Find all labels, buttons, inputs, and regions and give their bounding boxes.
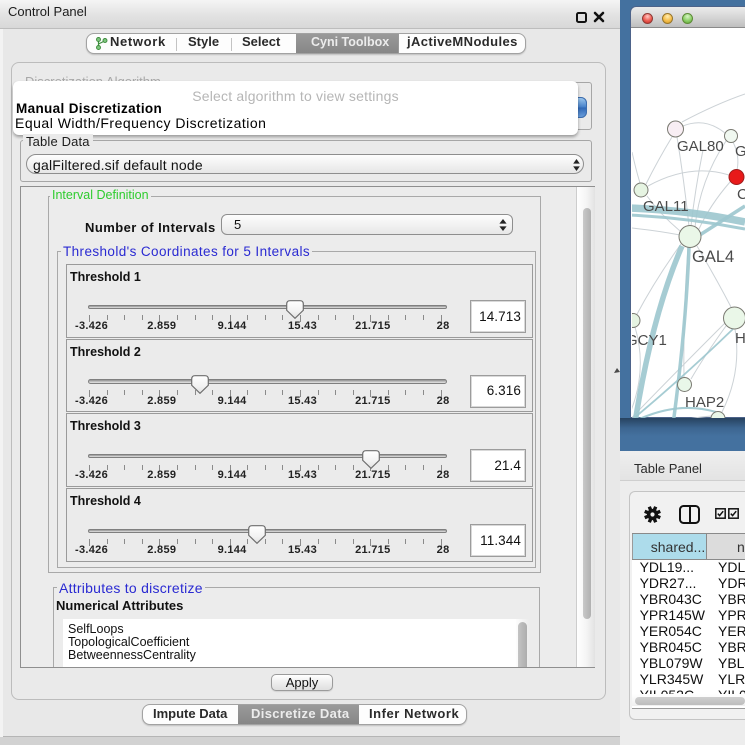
svg-text:GCY1: GCY1 <box>632 332 667 349</box>
svg-text:GAL4: GAL4 <box>692 248 734 266</box>
svg-text:C: C <box>737 186 745 203</box>
svg-text:HAP2: HAP2 <box>685 394 724 411</box>
svg-text:H: H <box>735 330 745 347</box>
svg-text:G.: G. <box>735 143 745 160</box>
svg-text:GAL11: GAL11 <box>643 198 689 215</box>
svg-text:GAL80: GAL80 <box>677 138 724 155</box>
